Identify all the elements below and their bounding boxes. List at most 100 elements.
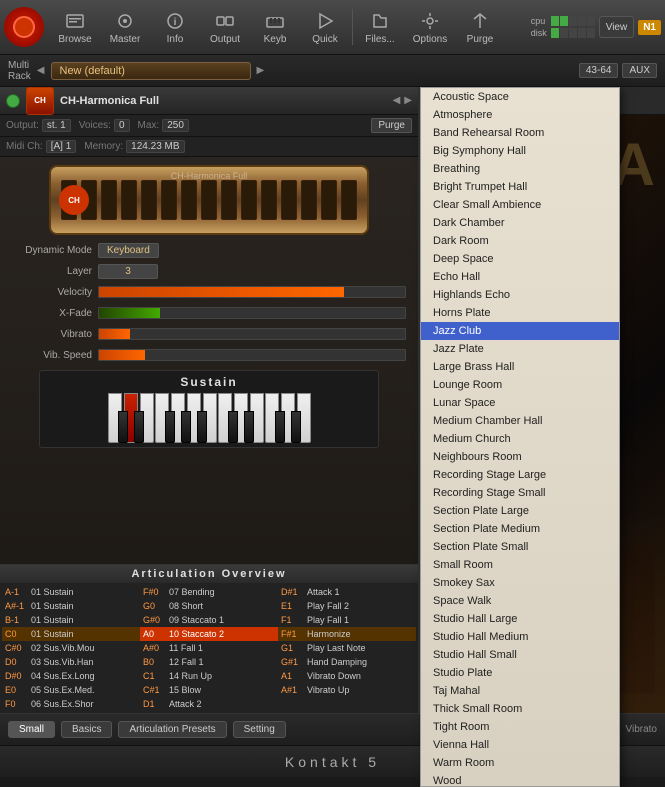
inst-arrow-right[interactable]: ▶ — [404, 95, 412, 106]
art-row[interactable]: G1 Play Last Note — [278, 641, 416, 655]
key-fs[interactable] — [165, 411, 175, 443]
art-row[interactable]: G#0 09 Staccato 1 — [140, 613, 278, 627]
dropdown-item-echo-hall[interactable]: Echo Hall — [421, 268, 619, 286]
aux-button[interactable]: AUX — [622, 63, 657, 78]
dropdown-item-band-rehearsal-room[interactable]: Band Rehearsal Room — [421, 124, 619, 142]
dropdown-item-vienna-hall[interactable]: Vienna Hall — [421, 736, 619, 754]
art-row-highlight[interactable]: C0 01 Sustain — [2, 627, 140, 641]
dropdown-item-dark-room[interactable]: Dark Room — [421, 232, 619, 250]
dropdown-item-warm-room[interactable]: Warm Room — [421, 754, 619, 772]
dropdown-item-studio-hall-medium[interactable]: Studio Hall Medium — [421, 628, 619, 646]
dropdown-item-horns-plate[interactable]: Horns Plate — [421, 304, 619, 322]
dropdown-item-studio-hall-large[interactable]: Studio Hall Large — [421, 610, 619, 628]
dropdown-item-highlands-echo[interactable]: Highlands Echo — [421, 286, 619, 304]
dropdown-item-recording-stage-large[interactable]: Recording Stage Large — [421, 466, 619, 484]
tab-articulation-presets[interactable]: Articulation Presets — [118, 721, 226, 738]
vibrato-bar[interactable] — [98, 328, 406, 340]
purge-button[interactable]: Purge — [371, 118, 412, 133]
dropdown-item-section-plate-medium[interactable]: Section Plate Medium — [421, 520, 619, 538]
art-row[interactable]: A#1 Vibrato Up — [278, 683, 416, 697]
toolbar-options-button[interactable]: Options — [405, 4, 455, 50]
dropdown-item-wood[interactable]: Wood — [421, 772, 619, 787]
xfade-bar[interactable] — [98, 307, 406, 319]
dropdown-item-studio-plate[interactable]: Studio Plate — [421, 664, 619, 682]
key-as[interactable] — [197, 411, 207, 443]
dropdown-item-acoustic-space[interactable]: Acoustic Space — [421, 88, 619, 106]
art-row[interactable]: D1 Attack 2 — [140, 697, 278, 711]
rack-preset-name[interactable]: New (default) — [51, 62, 251, 80]
rack-arrow-right[interactable]: ▶ — [257, 65, 265, 76]
key-cs2[interactable] — [228, 411, 238, 443]
dropdown-item-medium-church[interactable]: Medium Church — [421, 430, 619, 448]
key-ds[interactable] — [134, 411, 144, 443]
tab-setting[interactable]: Setting — [233, 721, 286, 738]
art-row[interactable]: E1 Play Fall 2 — [278, 599, 416, 613]
dropdown-item-recording-stage-small[interactable]: Recording Stage Small — [421, 484, 619, 502]
toolbar-browse-button[interactable]: Browse — [50, 4, 100, 50]
dropdown-item-space-walk[interactable]: Space Walk — [421, 592, 619, 610]
inst-arrow-left[interactable]: ◀ — [393, 95, 401, 106]
dropdown-item-atmosphere[interactable]: Atmosphere — [421, 106, 619, 124]
toolbar-master-button[interactable]: Master — [100, 4, 150, 50]
dropdown-item-neighbours-room[interactable]: Neighbours Room — [421, 448, 619, 466]
dropdown-item-dark-chamber[interactable]: Dark Chamber — [421, 214, 619, 232]
art-row[interactable]: D0 03 Sus.Vib.Han — [2, 655, 140, 669]
dropdown-item-big-symphony-hall[interactable]: Big Symphony Hall — [421, 142, 619, 160]
dropdown-item-studio-hall-small[interactable]: Studio Hall Small — [421, 646, 619, 664]
key-gs2[interactable] — [291, 411, 301, 443]
view-button[interactable]: View — [599, 16, 635, 38]
art-row[interactable]: G#1 Hand Damping — [278, 655, 416, 669]
art-row[interactable]: E0 05 Sus.Ex.Med. — [2, 683, 140, 697]
tab-basics[interactable]: Basics — [61, 721, 112, 738]
art-row[interactable]: C#0 02 Sus.Vib.Mou — [2, 641, 140, 655]
dropdown-item-small-room[interactable]: Small Room — [421, 556, 619, 574]
dropdown-item-section-plate-large[interactable]: Section Plate Large — [421, 502, 619, 520]
art-row[interactable]: F0 06 Sus.Ex.Shor — [2, 697, 140, 711]
dropdown-item-thick-small-room[interactable]: Thick Small Room — [421, 700, 619, 718]
dropdown-item-large-brass-hall[interactable]: Large Brass Hall — [421, 358, 619, 376]
key-cs[interactable] — [118, 411, 128, 443]
rack-arrow-left[interactable]: ◀ — [37, 65, 45, 76]
dropdown-item-jazz-club[interactable]: Jazz Club — [421, 322, 619, 340]
dropdown-item-section-plate-small[interactable]: Section Plate Small — [421, 538, 619, 556]
key-fs2[interactable] — [275, 411, 285, 443]
dropdown-item-tight-room[interactable]: Tight Room — [421, 718, 619, 736]
toolbar-output-button[interactable]: Output — [200, 4, 250, 50]
art-row[interactable]: A#0 11 Fall 1 — [140, 641, 278, 655]
art-row[interactable]: B0 12 Fall 1 — [140, 655, 278, 669]
art-row[interactable]: A1 Vibrato Down — [278, 669, 416, 683]
art-row[interactable]: D#0 04 Sus.Ex.Long — [2, 669, 140, 683]
dropdown-item-bright-trumpet-hall[interactable]: Bright Trumpet Hall — [421, 178, 619, 196]
art-row[interactable]: F#0 07 Bending — [140, 585, 278, 599]
dropdown-item-smokey-sax[interactable]: Smokey Sax — [421, 574, 619, 592]
dropdown-item-clear-small-ambience[interactable]: Clear Small Ambience — [421, 196, 619, 214]
dropdown-item-taj-mahal[interactable]: Taj Mahal — [421, 682, 619, 700]
dropdown-item-medium-chamber-hall[interactable]: Medium Chamber Hall — [421, 412, 619, 430]
art-row[interactable]: D#1 Attack 1 — [278, 585, 416, 599]
dropdown-item-jazz-plate[interactable]: Jazz Plate — [421, 340, 619, 358]
toolbar-keyb-button[interactable]: Keyb — [250, 4, 300, 50]
art-row[interactable]: C1 14 Run Up — [140, 669, 278, 683]
art-row[interactable]: A#-1 01 Sustain — [2, 599, 140, 613]
toolbar-purge-button[interactable]: Purge — [455, 4, 505, 50]
vibspeed-bar[interactable] — [98, 349, 406, 361]
dropdown-item-breathing[interactable]: Breathing — [421, 160, 619, 178]
art-row[interactable]: A-1 01 Sustain — [2, 585, 140, 599]
key-gs[interactable] — [181, 411, 191, 443]
art-row-selected[interactable]: A0 10 Staccato 2 — [140, 627, 278, 641]
toolbar-files-button[interactable]: Files... — [355, 4, 405, 50]
dropdown-item-lounge-room[interactable]: Lounge Room — [421, 376, 619, 394]
dropdown-item-deep-space[interactable]: Deep Space — [421, 250, 619, 268]
art-row[interactable]: F1 Play Fall 1 — [278, 613, 416, 627]
tab-small[interactable]: Small — [8, 721, 55, 738]
toolbar-info-button[interactable]: i Info — [150, 4, 200, 50]
dropdown-item-lunar-space[interactable]: Lunar Space — [421, 394, 619, 412]
art-row[interactable]: G0 08 Short — [140, 599, 278, 613]
logo-button[interactable] — [4, 7, 44, 47]
art-row-highlight[interactable]: F#1 Harmonize — [278, 627, 416, 641]
range-button[interactable]: 43-64 — [579, 63, 619, 78]
velocity-bar[interactable] — [98, 286, 406, 298]
art-row[interactable]: B-1 01 Sustain — [2, 613, 140, 627]
key-ds2[interactable] — [244, 411, 254, 443]
art-row[interactable]: C#1 15 Blow — [140, 683, 278, 697]
